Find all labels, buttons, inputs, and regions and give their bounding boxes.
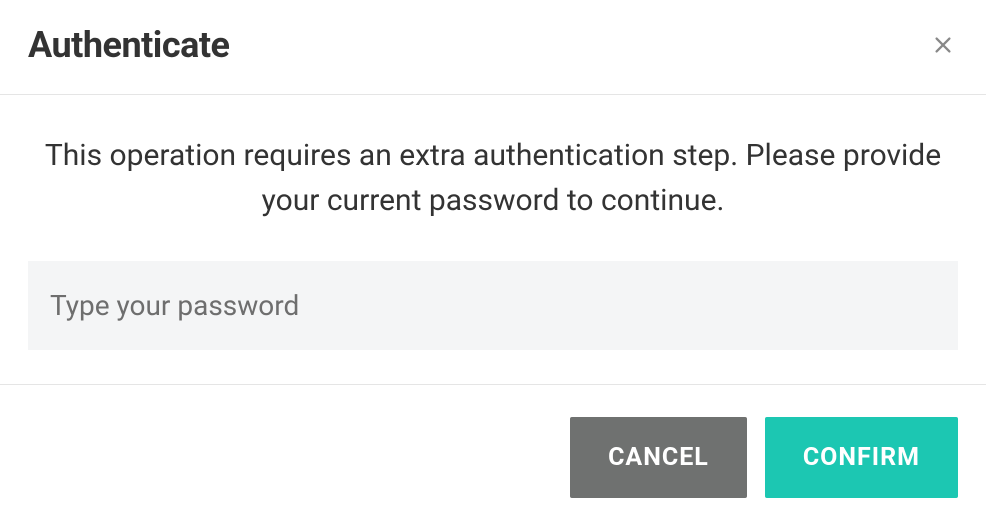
dialog-body: This operation requires an extra authent… bbox=[0, 95, 986, 385]
cancel-button[interactable]: CANCEL bbox=[570, 417, 747, 498]
close-button[interactable] bbox=[928, 30, 958, 60]
confirm-button[interactable]: CONFIRM bbox=[765, 417, 958, 498]
dialog-header: Authenticate bbox=[0, 0, 986, 95]
dialog-footer: CANCEL CONFIRM bbox=[0, 385, 986, 530]
dialog-title: Authenticate bbox=[28, 24, 229, 66]
password-input[interactable] bbox=[28, 261, 958, 350]
authenticate-dialog: Authenticate This operation requires an … bbox=[0, 0, 986, 530]
close-icon bbox=[932, 34, 954, 56]
dialog-message: This operation requires an extra authent… bbox=[28, 133, 958, 223]
